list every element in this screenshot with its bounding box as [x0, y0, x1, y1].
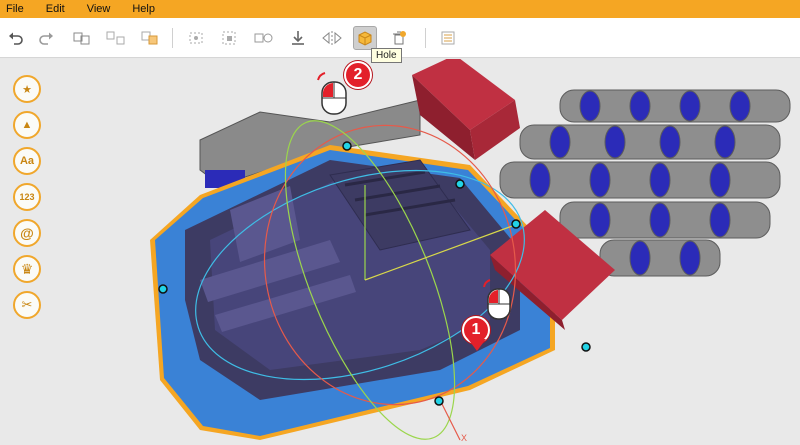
menu-edit[interactable]: Edit [46, 3, 65, 15]
hole-tooltip: Hole [371, 48, 402, 63]
menu-file[interactable]: File [6, 3, 24, 15]
drop-to-floor-icon [292, 31, 304, 45]
mirror-button[interactable] [320, 26, 344, 50]
symbols-button[interactable]: @ [13, 219, 41, 247]
align-button[interactable] [184, 26, 208, 50]
favorites-button[interactable]: ★ [13, 75, 41, 103]
chain-row-5 [599, 239, 721, 277]
chain-row-2 [519, 124, 781, 160]
chain-row-1 [559, 89, 791, 123]
scene: X [150, 59, 791, 443]
delete-hole-button[interactable] [387, 26, 411, 50]
menu-help[interactable]: Help [132, 3, 155, 15]
shapes-button[interactable]: ▲ [13, 111, 41, 139]
redo-icon [39, 32, 53, 45]
distribute-icon [222, 31, 236, 45]
callout-1-pointer [468, 339, 486, 351]
delete-hole-icon [393, 31, 406, 45]
at-sign-icon: @ [20, 225, 34, 241]
undo-button[interactable] [4, 26, 28, 50]
duplicate-icon [254, 33, 273, 43]
mouse-icon-top [317, 72, 347, 115]
3d-viewport[interactable]: X 2 1 [0, 59, 800, 445]
group-button[interactable] [70, 26, 94, 50]
notes-icon [441, 31, 455, 45]
axis-x-label: X [461, 433, 467, 443]
notes-button[interactable] [436, 26, 460, 50]
mirror-icon [322, 31, 342, 45]
align-icon [189, 32, 203, 44]
distribute-button[interactable] [218, 26, 242, 50]
undo-icon [9, 32, 23, 45]
callout-2: 2 [344, 61, 372, 89]
ungroup-icon [106, 31, 125, 45]
crown-icon: ♛ [20, 260, 34, 277]
menu-bar: File Edit View Help [0, 0, 800, 18]
hole-button[interactable] [353, 26, 377, 50]
tools-icon: ✂ [21, 297, 33, 312]
chain-row-4 [559, 201, 771, 239]
text-icon: Aa [19, 155, 35, 167]
add-to-group-button[interactable] [138, 26, 162, 50]
tools-button[interactable]: ✂ [13, 291, 41, 319]
duplicate-button[interactable] [252, 26, 276, 50]
redo-button[interactable] [34, 26, 58, 50]
numbers-button[interactable]: 123 [13, 183, 41, 211]
crown-button[interactable]: ♛ [13, 255, 41, 283]
chain-row-3 [499, 161, 781, 199]
hole-icon [358, 31, 372, 46]
group-icon [73, 32, 90, 45]
drop-to-floor-button[interactable] [286, 26, 310, 50]
ungroup-button[interactable] [104, 26, 128, 50]
shape-icon: ▲ [21, 119, 33, 131]
star-icon: ★ [22, 83, 32, 96]
hole-cube-top [412, 59, 520, 160]
add-to-group-icon [141, 31, 158, 45]
numbers-icon: 123 [19, 192, 35, 202]
menu-view[interactable]: View [87, 3, 111, 15]
text-button[interactable]: Aa [13, 147, 41, 175]
